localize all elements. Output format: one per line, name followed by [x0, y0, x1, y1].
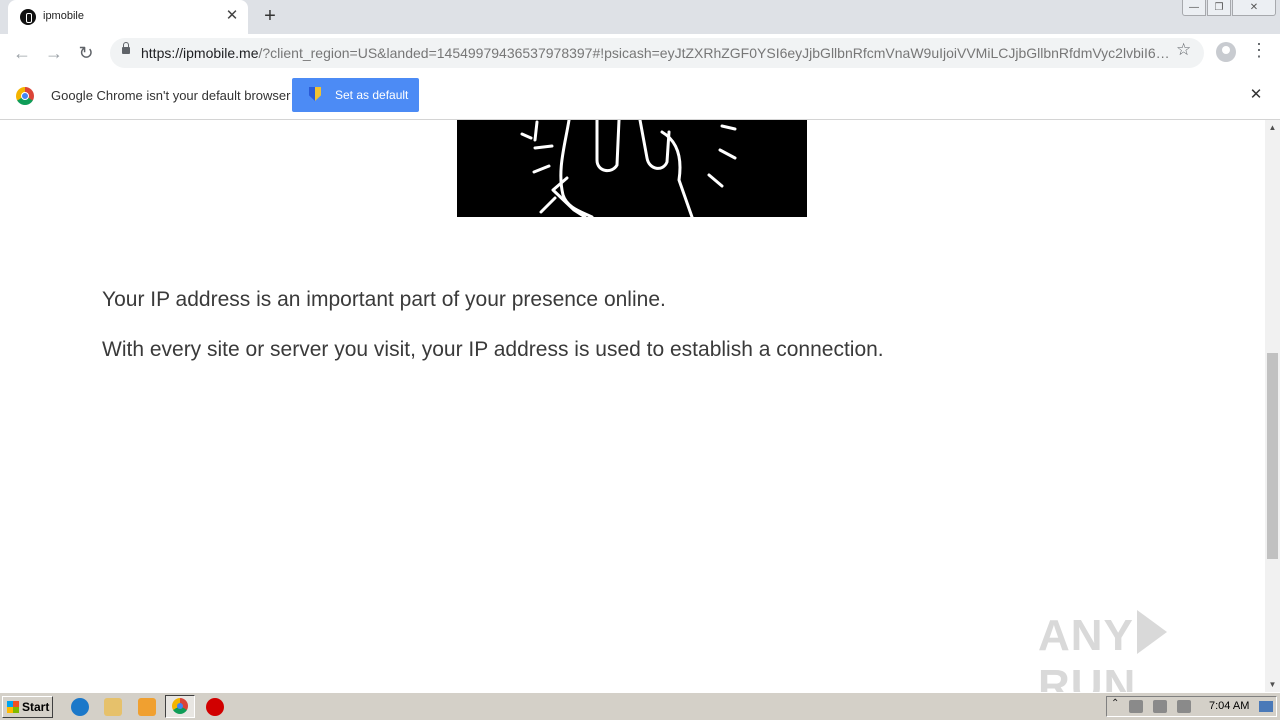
hand-phone-illustration	[457, 120, 807, 219]
tab-title: ipmobile	[43, 10, 84, 22]
ip-importance-text: Your IP address is an important part of …	[102, 288, 666, 311]
forward-button[interactable]: →	[41, 40, 67, 66]
windows-flag-icon	[7, 701, 19, 713]
back-button[interactable]: ←	[9, 40, 35, 66]
default-browser-infobar: Google Chrome isn't your default browser…	[0, 72, 1280, 120]
internet-explorer-icon[interactable]	[71, 698, 89, 716]
ipmobile-favicon-icon	[20, 9, 36, 25]
profile-avatar-icon[interactable]	[1216, 42, 1236, 62]
window-close-button[interactable]: ✕	[1232, 0, 1276, 16]
watermark-right: RUN	[1038, 661, 1137, 692]
show-desktop-icon[interactable]	[1259, 701, 1273, 712]
set-as-default-label: Set as default	[335, 88, 409, 102]
page-viewport: Your IP address is an important part of …	[0, 120, 1265, 692]
opera-icon[interactable]	[206, 698, 224, 716]
url-text[interactable]: https://ipmobile.me/?client_region=US&la…	[141, 45, 1171, 61]
chrome-taskbar-icon	[172, 698, 188, 714]
tab-close-icon[interactable]: ✕	[224, 8, 240, 24]
watermark-left: ANY	[1038, 611, 1134, 660]
volume-icon[interactable]	[1153, 700, 1167, 713]
url-host: https://ipmobile.me	[141, 45, 259, 61]
anyrun-watermark: ANYRUN	[1038, 610, 1265, 692]
play-logo-icon	[1136, 610, 1167, 654]
browser-toolbar: ← → ↻ https://ipmobile.me/?client_region…	[0, 34, 1280, 73]
scrollbar-thumb[interactable]	[1267, 353, 1278, 559]
window-minimize-button[interactable]: —	[1182, 0, 1206, 16]
set-as-default-button[interactable]: Set as default	[292, 78, 419, 112]
tab-ipmobile[interactable]: ipmobile ✕	[8, 0, 248, 34]
lock-icon	[122, 42, 130, 54]
windows-shield-icon	[309, 87, 321, 101]
file-explorer-icon[interactable]	[104, 698, 122, 716]
network-icon[interactable]	[1129, 700, 1143, 713]
ip-connection-text: With every site or server you visit, you…	[102, 338, 884, 361]
show-hidden-icons-icon[interactable]: ⌃	[1111, 698, 1119, 709]
action-center-flag-icon[interactable]	[1177, 700, 1191, 713]
infobar-close-icon[interactable]: ✕	[1249, 87, 1263, 102]
new-tab-button[interactable]: +	[260, 6, 280, 26]
scroll-down-arrow-icon[interactable]: ▼	[1265, 677, 1280, 692]
vertical-scrollbar[interactable]: ▲ ▼	[1265, 120, 1280, 692]
chrome-menu-icon[interactable]: ⋮	[1250, 40, 1268, 60]
chrome-logo-icon	[16, 87, 34, 105]
taskbar-clock[interactable]: 7:04 AM	[1209, 700, 1249, 712]
reload-button[interactable]: ↻	[73, 40, 99, 66]
url-path: /?client_region=US&landed=14549979436537…	[258, 45, 1172, 61]
address-bar[interactable]: https://ipmobile.me/?client_region=US&la…	[110, 38, 1204, 68]
infobar-message: Google Chrome isn't your default browser	[51, 88, 291, 103]
system-tray: ⌃ 7:04 AM	[1106, 696, 1277, 717]
bookmark-star-icon[interactable]: ☆	[1176, 40, 1191, 60]
window-maximize-button[interactable]: ❐	[1207, 0, 1231, 16]
media-player-icon[interactable]	[138, 698, 156, 716]
taskbar-chrome-button[interactable]	[165, 695, 195, 718]
scroll-up-arrow-icon[interactable]: ▲	[1265, 120, 1280, 135]
windows-taskbar: Start ⌃ 7:04 AM	[0, 692, 1280, 720]
tab-strip: ipmobile ✕ + — ❐ ✕	[0, 0, 1280, 34]
start-button[interactable]: Start	[2, 696, 53, 718]
start-label: Start	[22, 700, 50, 714]
